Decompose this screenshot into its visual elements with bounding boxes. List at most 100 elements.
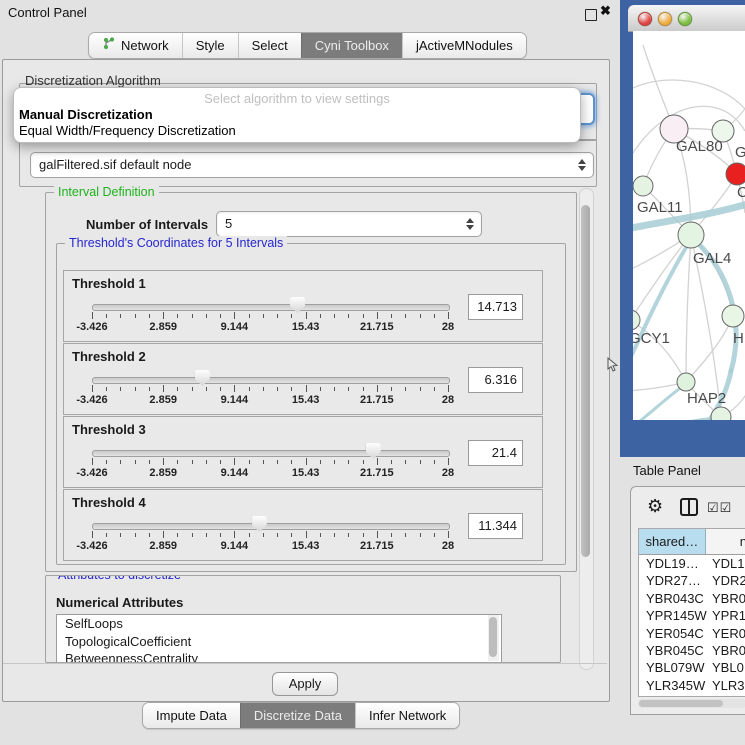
tick-mark [263,533,264,537]
list-vertical-scrollbar[interactable] [488,615,499,661]
network-window-titlebar[interactable] [628,5,745,32]
tick-mark [92,312,93,319]
cell-shared-name[interactable]: YLR345W [639,677,705,694]
tick-mark [306,458,307,465]
cell-shared-name[interactable]: YER054C [639,625,705,642]
table-row[interactable]: YER054CYER0 [639,625,745,642]
tick-mark [149,387,150,391]
attribute-list-item[interactable]: TopologicalCoefficient [57,633,501,651]
apply-bar: Apply [3,663,607,701]
algorithm-option[interactable]: Manual Discretization [19,107,153,122]
tab-network[interactable]: Network [89,33,182,58]
threshold-value-field[interactable]: 14.713 [468,294,523,320]
tick-mark [320,314,321,318]
tab-infer-network[interactable]: Infer Network [355,703,459,728]
table-data-group: Table Data galFiltered.sif default node [19,139,597,187]
slider-track[interactable] [92,304,450,311]
network-node-label: GAL11 [637,199,683,216]
tab-style[interactable]: Style [182,33,238,58]
threshold-value-field[interactable]: 21.4 [468,440,523,466]
tick-mark [448,458,449,465]
algorithm-option[interactable]: Equal Width/Frequency Discretization [19,123,236,138]
attribute-list-item[interactable]: BetweennessCentrality [57,650,501,663]
column-header-name[interactable]: n [706,529,745,554]
attribute-list-item[interactable]: SelfLoops [57,615,501,633]
table-row[interactable]: YDR27…YDR2 [639,572,745,589]
network-node[interactable] [726,163,745,185]
threshold-value-field[interactable]: 11.344 [468,513,523,539]
tab-discretize-data[interactable]: Discretize Data [240,703,355,728]
table-data-combobox[interactable]: galFiltered.sif default node [30,152,594,178]
scrollbar-thumb[interactable] [489,617,497,657]
cell-name[interactable]: YLR3 [705,677,745,694]
table-row[interactable]: YLR345WYLR3 [639,677,745,694]
tick-mark [434,533,435,537]
network-node[interactable] [633,310,640,330]
zoom-traffic-light[interactable] [678,12,692,26]
tab-select[interactable]: Select [238,33,301,58]
minimize-traffic-light[interactable] [658,12,672,26]
close-traffic-light[interactable] [638,12,652,26]
tick-label: 28 [442,321,454,333]
checkbox-icons[interactable]: ☑☑ [707,500,732,516]
cell-shared-name[interactable]: YIL052C [639,694,705,695]
tab-impute-data[interactable]: Impute Data [143,703,240,728]
table-row[interactable]: YBR045CYBR0 [639,642,745,659]
cell-shared-name[interactable]: YDL19… [639,555,705,572]
table-horizontal-scrollbar[interactable] [638,699,745,708]
float-panel-button[interactable] [585,9,597,21]
cell-name[interactable]: YBL0 [705,659,745,676]
table-row[interactable]: YDL19…YDL1 [639,555,745,572]
network-node[interactable] [633,176,653,196]
cell-shared-name[interactable]: YBR043C [639,590,705,607]
scrollbar-thumb[interactable] [639,700,723,707]
table-row[interactable]: YPR145WYPR1 [639,607,745,624]
column-header-shared-name[interactable]: shared… [639,529,706,554]
cell-shared-name[interactable]: YBR045C [639,642,705,659]
tick-mark [120,460,121,464]
tick-mark [177,460,178,464]
cell-name[interactable]: YDL1 [705,555,745,572]
discretization-algorithm-label: Discretization Algorithm [25,73,161,88]
network-canvas[interactable]: GAL80GGAL11CGAL4GCY1HHAP2 [633,31,745,420]
cell-name[interactable]: YBR0 [705,642,745,659]
slider-track[interactable] [92,377,450,384]
network-node[interactable] [678,222,704,248]
apply-button[interactable]: Apply [272,672,338,696]
tick-mark [177,533,178,537]
table-row[interactable]: YBL079WYBL0 [639,659,745,676]
tick-mark [249,387,250,391]
tick-mark [263,387,264,391]
tick-mark [149,533,150,537]
network-edge [633,80,745,109]
cell-name[interactable]: YBR0 [705,590,745,607]
cell-shared-name[interactable]: YDR27… [639,572,705,589]
network-node[interactable] [722,305,744,327]
scrollbar-thumb[interactable] [581,205,590,557]
slider-track[interactable] [92,523,450,530]
threshold-card: Threshold 3-3.4262.8599.14415.4321.71528… [63,416,543,488]
close-panel-button[interactable]: ✖ [600,3,611,19]
cell-name[interactable]: YIL0 [705,694,745,695]
tab-jactivemnodules[interactable]: jActiveMNodules [402,33,526,58]
gear-icon[interactable]: ⚙ [647,496,663,517]
table-row[interactable]: YIL052CYIL0 [639,694,745,695]
threshold-label: Threshold 4 [72,495,146,510]
number-of-intervals-combobox[interactable]: 5 [216,211,482,237]
network-node-label: H [733,330,744,347]
settings-vertical-scrollbar[interactable] [579,188,594,670]
cell-name[interactable]: YDR2 [705,572,745,589]
cell-shared-name[interactable]: YPR145W [639,607,705,624]
cell-name[interactable]: YER0 [705,625,745,642]
tick-label: 9.144 [221,540,249,552]
cell-name[interactable]: YPR1 [705,607,745,624]
tick-mark [306,385,307,392]
columns-icon[interactable] [679,497,699,517]
threshold-value-field[interactable]: 6.316 [468,367,523,393]
cell-shared-name[interactable]: YBL079W [639,659,705,676]
network-node[interactable] [677,373,695,391]
numerical-attributes-list[interactable]: SelfLoopsTopologicalCoefficientBetweenne… [56,614,502,663]
slider-track[interactable] [92,450,450,457]
tab-cyni-toolbox[interactable]: Cyni Toolbox [301,33,402,58]
table-row[interactable]: YBR043CYBR0 [639,590,745,607]
